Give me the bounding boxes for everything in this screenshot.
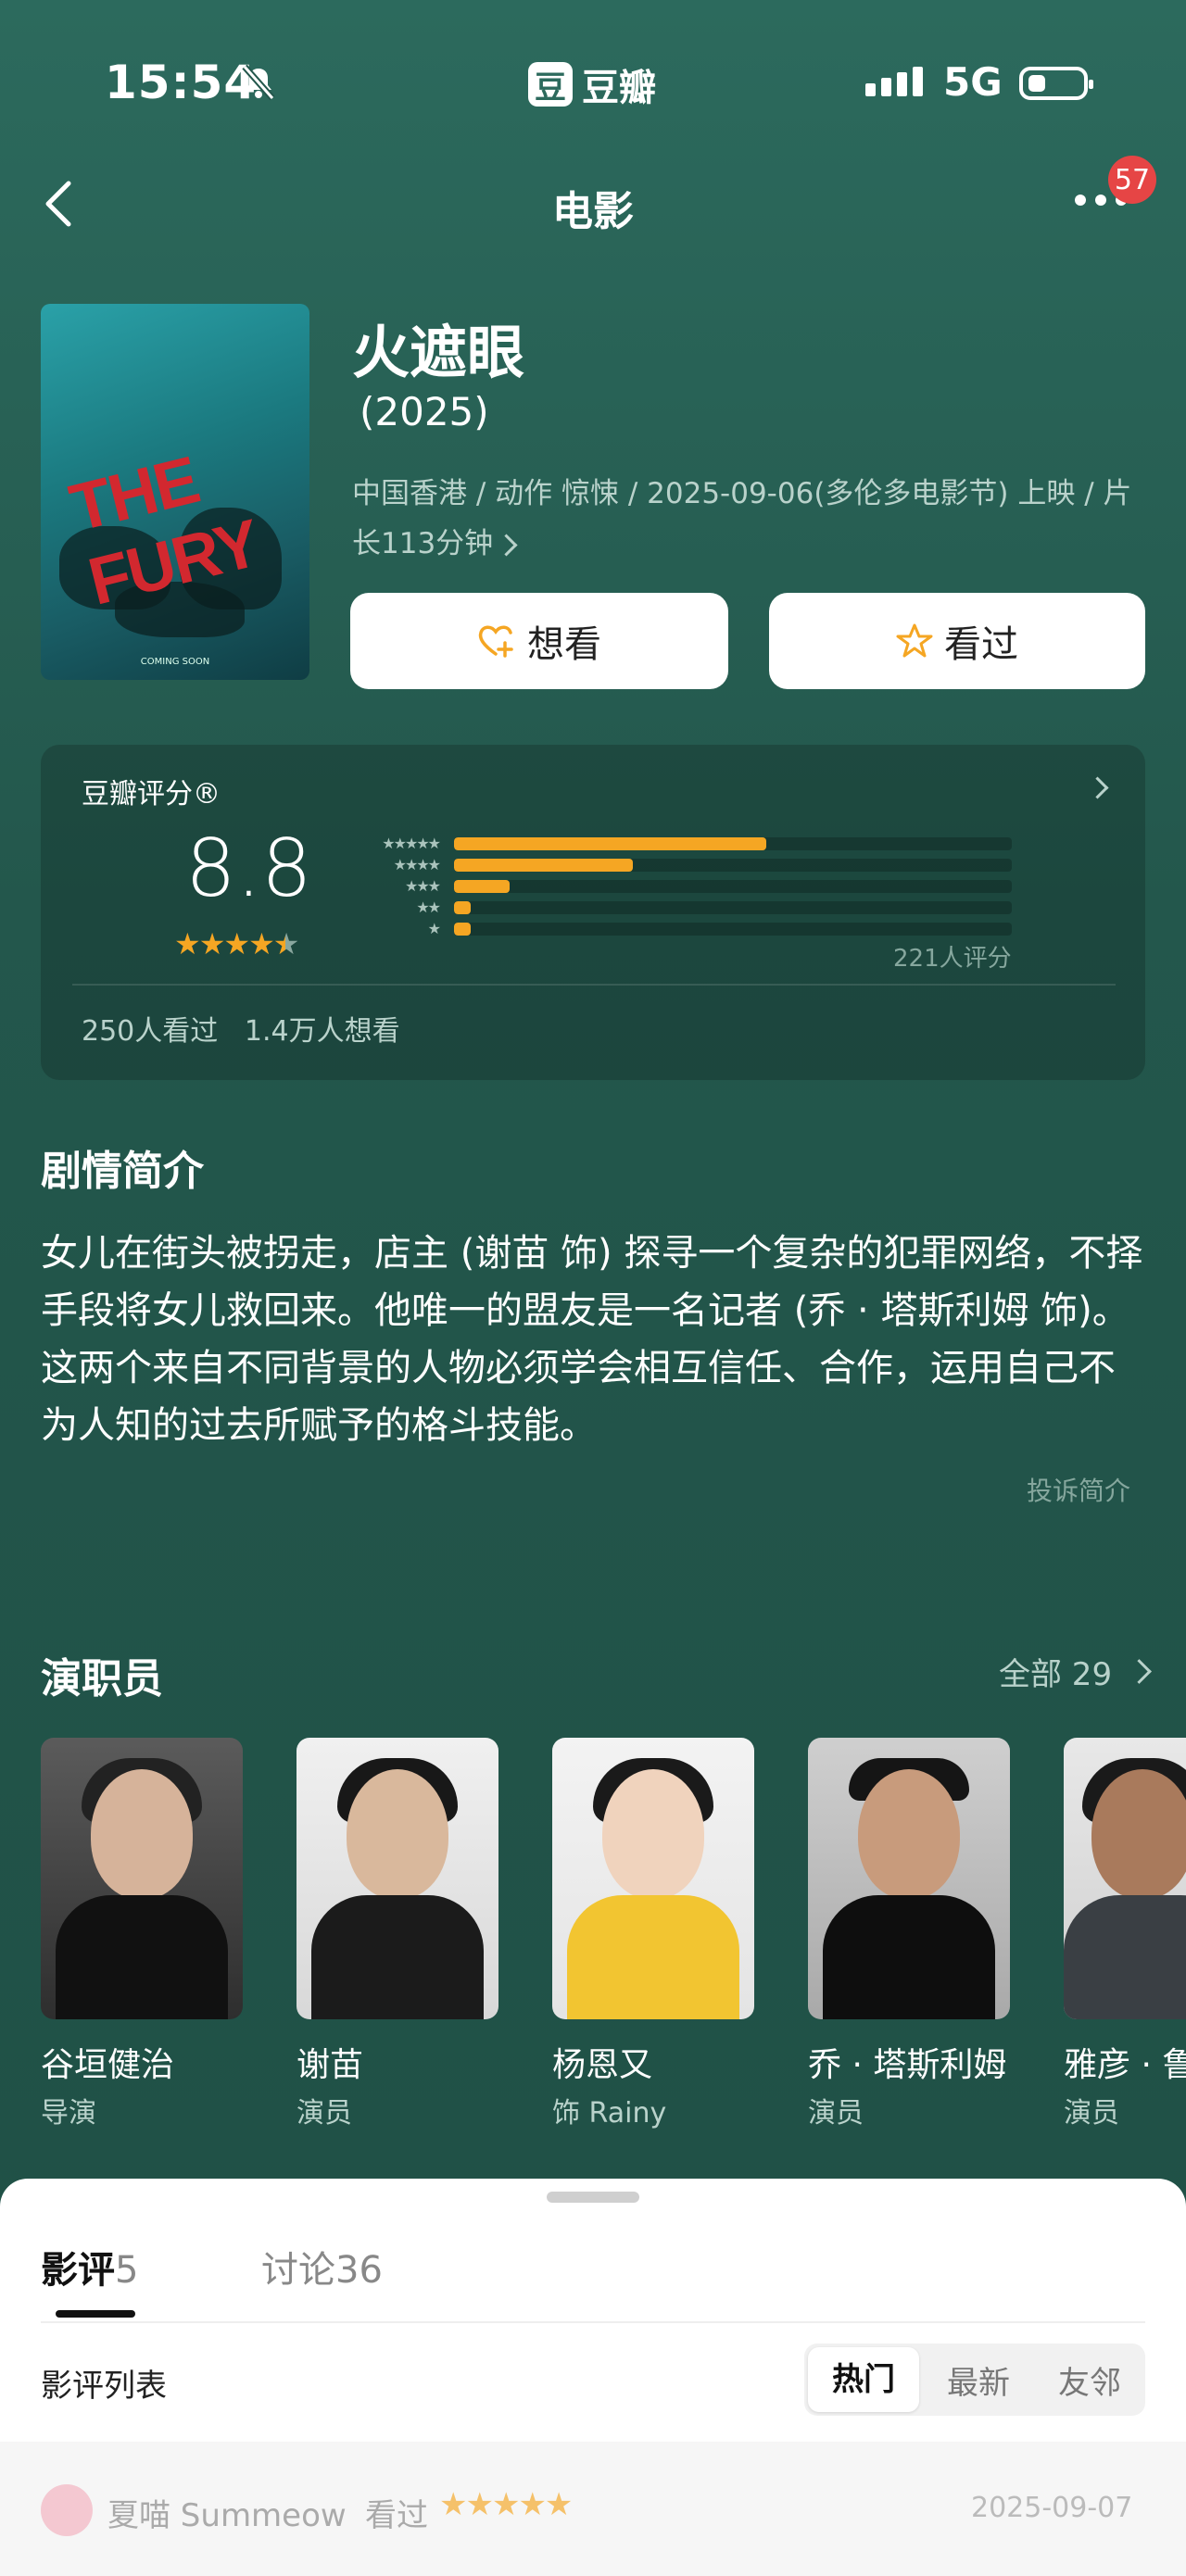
cast-all-label: 全部 29 bbox=[999, 1656, 1113, 1693]
bar-fill bbox=[454, 901, 472, 914]
review-list-label: 影评列表 bbox=[41, 2368, 167, 2405]
rating-count: 221人评分 bbox=[893, 945, 1012, 973]
seen-label: 看过 bbox=[944, 623, 1018, 666]
rating-bar-3-star: ★★★ bbox=[343, 877, 1012, 895]
bar-track bbox=[454, 923, 1012, 936]
cast-name: 杨恩又 bbox=[552, 2046, 653, 2084]
douban-logo-icon: 豆 bbox=[528, 62, 573, 107]
divider bbox=[41, 2321, 1145, 2323]
synopsis-heading: 剧情简介 bbox=[41, 1148, 204, 1195]
bar-star-label: ★★★ bbox=[404, 877, 441, 895]
status-time: 15:54 bbox=[105, 56, 258, 109]
movie-meta[interactable]: 中国香港 / 动作 惊悚 / 2025-09-06(多伦多电影节) 上映 / 片… bbox=[352, 469, 1149, 569]
sort-hot[interactable]: 热门 bbox=[808, 2347, 919, 2412]
bar-track bbox=[454, 859, 1012, 872]
heart-plus-icon bbox=[478, 625, 513, 658]
star-icon bbox=[896, 623, 933, 658]
cast-photo[interactable] bbox=[41, 1738, 243, 2019]
want-to-watch-button[interactable]: 想看 bbox=[350, 593, 728, 689]
cast-name: 谢苗 bbox=[296, 2046, 364, 2084]
movie-title: 火遮眼 bbox=[352, 319, 525, 386]
sort-latest[interactable]: 最新 bbox=[923, 2357, 1034, 2403]
review-stars: ★★★★★ bbox=[439, 2486, 573, 2523]
notification-badge: 57 bbox=[1108, 156, 1156, 204]
signal-icon bbox=[865, 67, 923, 96]
network-label: 5G bbox=[943, 59, 1003, 105]
tab-discussion[interactable]: 讨论36 bbox=[261, 2240, 383, 2293]
tab-discussion-count: 36 bbox=[335, 2249, 383, 2292]
cast-photo[interactable] bbox=[1064, 1738, 1186, 2019]
active-tab-indicator bbox=[56, 2310, 135, 2318]
bar-star-label: ★★ bbox=[416, 898, 441, 916]
divider bbox=[72, 984, 1116, 986]
chevron-right-icon bbox=[1127, 1659, 1153, 1684]
poster-footer: COMING SOON bbox=[140, 657, 210, 667]
cast-photo[interactable] bbox=[808, 1738, 1010, 2019]
rating-score: 8.8 bbox=[185, 823, 312, 915]
app-brand: 豆 豆瓣 bbox=[528, 57, 656, 111]
rating-stars: ★★★★★ bbox=[174, 926, 299, 961]
rating-bar-1-star: ★ bbox=[343, 920, 1012, 937]
app-name: 豆瓣 bbox=[582, 67, 656, 109]
tab-reviews-count: 5 bbox=[115, 2249, 139, 2292]
tab-reviews-label: 影评 bbox=[41, 2249, 115, 2292]
bar-fill bbox=[454, 880, 511, 893]
bar-track bbox=[454, 901, 1012, 914]
watch-stats: 250人看过 1.4万人想看 bbox=[82, 1015, 400, 1048]
report-synopsis-link[interactable]: 投诉简介 bbox=[1027, 1471, 1130, 1508]
seen-button[interactable]: 看过 bbox=[769, 593, 1145, 689]
cast-photo[interactable] bbox=[296, 1738, 498, 2019]
review-user[interactable]: 夏喵 Summeow bbox=[107, 2490, 347, 2535]
bar-fill bbox=[454, 859, 633, 872]
want-label: 想看 bbox=[527, 623, 601, 666]
cast-photo[interactable] bbox=[552, 1738, 754, 2019]
cast-all-link[interactable]: 全部 29 bbox=[999, 1649, 1153, 1694]
synopsis-text: 女儿在街头被拐走，店主 (谢苗 饰) 探寻一个复杂的犯罪网络，不择手段将女儿救回… bbox=[41, 1232, 1143, 1447]
sort-friends[interactable]: 友邻 bbox=[1034, 2357, 1145, 2403]
battery-icon bbox=[1019, 67, 1093, 100]
rating-label: 豆瓣评分® bbox=[82, 778, 221, 810]
cast-role: 演员 bbox=[296, 2097, 352, 2130]
mute-bell-icon bbox=[242, 64, 275, 101]
bar-fill bbox=[454, 837, 767, 850]
sort-segmented-control: 热门 最新 友邻 bbox=[804, 2344, 1145, 2416]
cast-name: 雅彦 · 鲁 bbox=[1064, 2046, 1186, 2084]
bar-track bbox=[454, 837, 1012, 850]
rating-bar-5-star: ★★★★★ bbox=[343, 835, 1012, 852]
bar-track bbox=[454, 880, 1012, 893]
review-status: 看过 bbox=[365, 2497, 428, 2534]
cast-name: 谷垣健治 bbox=[41, 2046, 175, 2084]
bar-star-label: ★★★★ bbox=[393, 856, 441, 873]
chevron-right-icon bbox=[495, 534, 518, 557]
avatar[interactable] bbox=[41, 2484, 93, 2536]
sheet-handle[interactable] bbox=[547, 2192, 639, 2203]
cast-role: 演员 bbox=[808, 2097, 864, 2130]
cast-role: 饰 Rainy bbox=[552, 2097, 667, 2130]
bar-fill bbox=[454, 923, 472, 936]
rating-bar-4-star: ★★★★ bbox=[343, 856, 1012, 873]
movie-year: (2025) bbox=[360, 389, 489, 434]
movie-poster[interactable]: THE FURY COMING SOON bbox=[41, 304, 309, 680]
page-title: 电影 bbox=[552, 188, 634, 235]
cast-role: 导演 bbox=[41, 2097, 96, 2130]
tab-reviews[interactable]: 影评5 bbox=[41, 2240, 138, 2293]
cast-name: 乔 · 塔斯利姆 bbox=[808, 2046, 1007, 2084]
bar-star-label: ★ bbox=[427, 920, 441, 937]
review-date: 2025-09-07 bbox=[971, 2492, 1133, 2524]
bar-star-label: ★★★★★ bbox=[382, 835, 441, 852]
tab-discussion-label: 讨论 bbox=[261, 2249, 335, 2292]
rating-bar-2-star: ★★ bbox=[343, 898, 1012, 916]
movie-meta-text: 中国香港 / 动作 惊悚 / 2025-09-06(多伦多电影节) 上映 / 片… bbox=[352, 477, 1132, 560]
cast-heading: 演职员 bbox=[41, 1655, 163, 1703]
cast-role: 演员 bbox=[1064, 2097, 1119, 2130]
